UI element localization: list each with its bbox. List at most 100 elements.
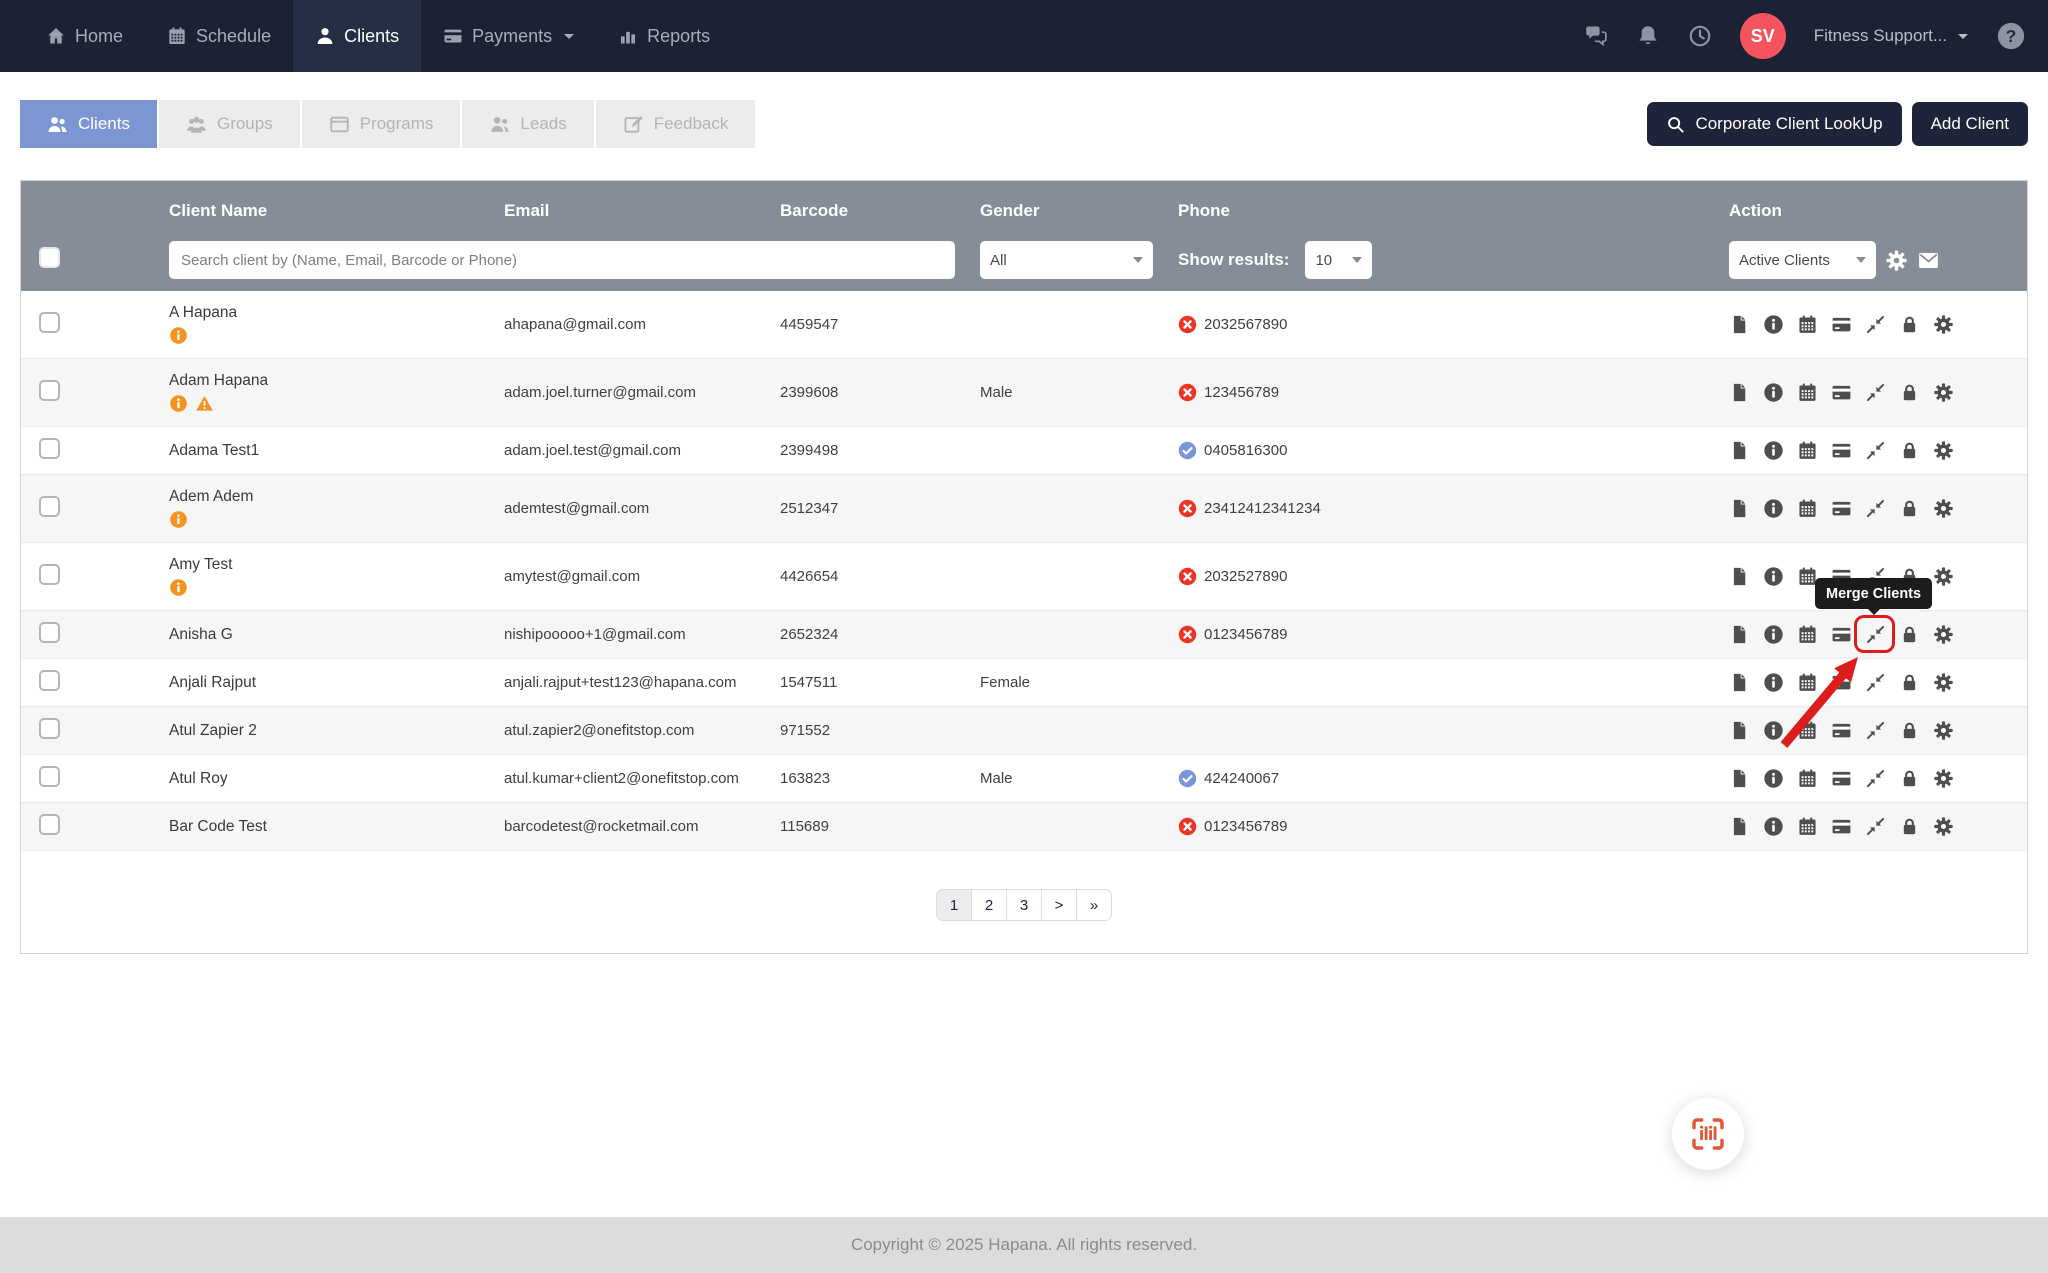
- document-icon[interactable]: [1729, 440, 1750, 461]
- payments-card-icon[interactable]: [1831, 624, 1852, 645]
- merge-clients-icon[interactable]: [1865, 672, 1886, 693]
- merge-clients-icon[interactable]: [1865, 440, 1886, 461]
- nav-item-home[interactable]: Home: [24, 0, 145, 72]
- show-results-select[interactable]: 10: [1305, 241, 1372, 279]
- search-input[interactable]: [169, 241, 955, 279]
- schedule-calendar-icon[interactable]: [1797, 720, 1818, 741]
- settings-gear-icon[interactable]: [1933, 314, 1954, 335]
- row-checkbox[interactable]: [39, 380, 60, 401]
- schedule-calendar-icon[interactable]: [1797, 624, 1818, 645]
- notifications-bell-icon[interactable]: [1636, 24, 1660, 48]
- settings-gear-icon[interactable]: [1933, 566, 1954, 587]
- pagination-item-2[interactable]: 2: [971, 889, 1007, 921]
- row-checkbox[interactable]: [39, 718, 60, 739]
- row-checkbox[interactable]: [39, 622, 60, 643]
- payments-card-icon[interactable]: [1831, 382, 1852, 403]
- pagination-item-[interactable]: »: [1076, 889, 1112, 921]
- nav-item-schedule[interactable]: Schedule: [145, 0, 293, 72]
- client-info-icon[interactable]: [1763, 566, 1784, 587]
- document-icon[interactable]: [1729, 566, 1750, 587]
- nav-item-payments[interactable]: Payments: [421, 0, 596, 72]
- document-icon[interactable]: [1729, 720, 1750, 741]
- settings-gear-icon[interactable]: [1933, 768, 1954, 789]
- client-info-icon[interactable]: [1763, 768, 1784, 789]
- payments-card-icon[interactable]: [1831, 816, 1852, 837]
- merge-clients-icon[interactable]: [1865, 314, 1886, 335]
- tab-clients[interactable]: Clients: [20, 100, 157, 148]
- merge-clients-icon[interactable]: [1865, 498, 1886, 519]
- payments-card-icon[interactable]: [1831, 314, 1852, 335]
- access-lock-icon[interactable]: [1899, 314, 1920, 335]
- schedule-calendar-icon[interactable]: [1797, 672, 1818, 693]
- settings-gear-icon[interactable]: [1933, 498, 1954, 519]
- client-info-icon[interactable]: [1763, 314, 1784, 335]
- row-checkbox[interactable]: [39, 438, 60, 459]
- avatar[interactable]: SV: [1740, 13, 1786, 59]
- settings-gear-icon[interactable]: [1933, 440, 1954, 461]
- tab-feedback[interactable]: Feedback: [596, 100, 756, 148]
- row-checkbox[interactable]: [39, 312, 60, 333]
- schedule-calendar-icon[interactable]: [1797, 768, 1818, 789]
- client-info-icon[interactable]: [1763, 498, 1784, 519]
- document-icon[interactable]: [1729, 624, 1750, 645]
- gender-filter-select[interactable]: All: [980, 241, 1153, 279]
- client-info-icon[interactable]: [1763, 440, 1784, 461]
- email-envelope-icon[interactable]: [1917, 249, 1940, 272]
- schedule-calendar-icon[interactable]: [1797, 440, 1818, 461]
- payments-card-icon[interactable]: [1831, 768, 1852, 789]
- settings-gear-icon[interactable]: [1933, 720, 1954, 741]
- access-lock-icon[interactable]: [1899, 816, 1920, 837]
- pagination-item-1[interactable]: 1: [936, 889, 972, 921]
- schedule-calendar-icon[interactable]: [1797, 314, 1818, 335]
- settings-gear-icon[interactable]: [1933, 672, 1954, 693]
- merge-clients-icon[interactable]: [1865, 768, 1886, 789]
- schedule-calendar-icon[interactable]: [1797, 498, 1818, 519]
- access-lock-icon[interactable]: [1899, 624, 1920, 645]
- select-all-checkbox[interactable]: [39, 247, 60, 268]
- document-icon[interactable]: [1729, 816, 1750, 837]
- payments-card-icon[interactable]: [1831, 720, 1852, 741]
- tab-programs[interactable]: Programs: [302, 100, 461, 148]
- merge-clients-icon[interactable]: [1865, 382, 1886, 403]
- schedule-calendar-icon[interactable]: [1797, 382, 1818, 403]
- document-icon[interactable]: [1729, 498, 1750, 519]
- access-lock-icon[interactable]: [1899, 720, 1920, 741]
- payments-card-icon[interactable]: [1831, 498, 1852, 519]
- pagination-item-[interactable]: >: [1041, 889, 1077, 921]
- access-lock-icon[interactable]: [1899, 672, 1920, 693]
- account-menu[interactable]: Fitness Support...: [1814, 26, 1968, 46]
- schedule-calendar-icon[interactable]: [1797, 816, 1818, 837]
- access-lock-icon[interactable]: [1899, 768, 1920, 789]
- row-checkbox[interactable]: [39, 496, 60, 517]
- tab-groups[interactable]: Groups: [159, 100, 300, 148]
- chat-icon[interactable]: [1584, 24, 1608, 48]
- row-checkbox[interactable]: [39, 766, 60, 787]
- document-icon[interactable]: [1729, 768, 1750, 789]
- access-lock-icon[interactable]: [1899, 498, 1920, 519]
- nav-item-reports[interactable]: Reports: [596, 0, 732, 72]
- client-info-icon[interactable]: [1763, 720, 1784, 741]
- settings-gear-icon[interactable]: [1933, 816, 1954, 837]
- barcode-scan-button[interactable]: [1672, 1098, 1744, 1170]
- client-info-icon[interactable]: [1763, 816, 1784, 837]
- settings-gear-icon[interactable]: [1885, 249, 1908, 272]
- tab-leads[interactable]: Leads: [462, 100, 593, 148]
- merge-clients-icon[interactable]: [1865, 816, 1886, 837]
- clock-icon[interactable]: [1688, 24, 1712, 48]
- payments-card-icon[interactable]: [1831, 440, 1852, 461]
- access-lock-icon[interactable]: [1899, 440, 1920, 461]
- row-checkbox[interactable]: [39, 670, 60, 691]
- nav-item-clients[interactable]: Clients: [293, 0, 421, 72]
- client-info-icon[interactable]: [1763, 382, 1784, 403]
- corporate-client-lookup-button[interactable]: Corporate Client LookUp: [1647, 102, 1901, 146]
- document-icon[interactable]: [1729, 672, 1750, 693]
- merge-clients-icon[interactable]: [1865, 720, 1886, 741]
- document-icon[interactable]: [1729, 314, 1750, 335]
- add-client-button[interactable]: Add Client: [1912, 102, 2028, 146]
- payments-card-icon[interactable]: [1831, 672, 1852, 693]
- merge-clients-icon[interactable]: [1865, 624, 1886, 645]
- client-status-filter-select[interactable]: Active Clients: [1729, 241, 1876, 279]
- help-icon[interactable]: ?: [1996, 21, 2026, 51]
- row-checkbox[interactable]: [39, 814, 60, 835]
- document-icon[interactable]: [1729, 382, 1750, 403]
